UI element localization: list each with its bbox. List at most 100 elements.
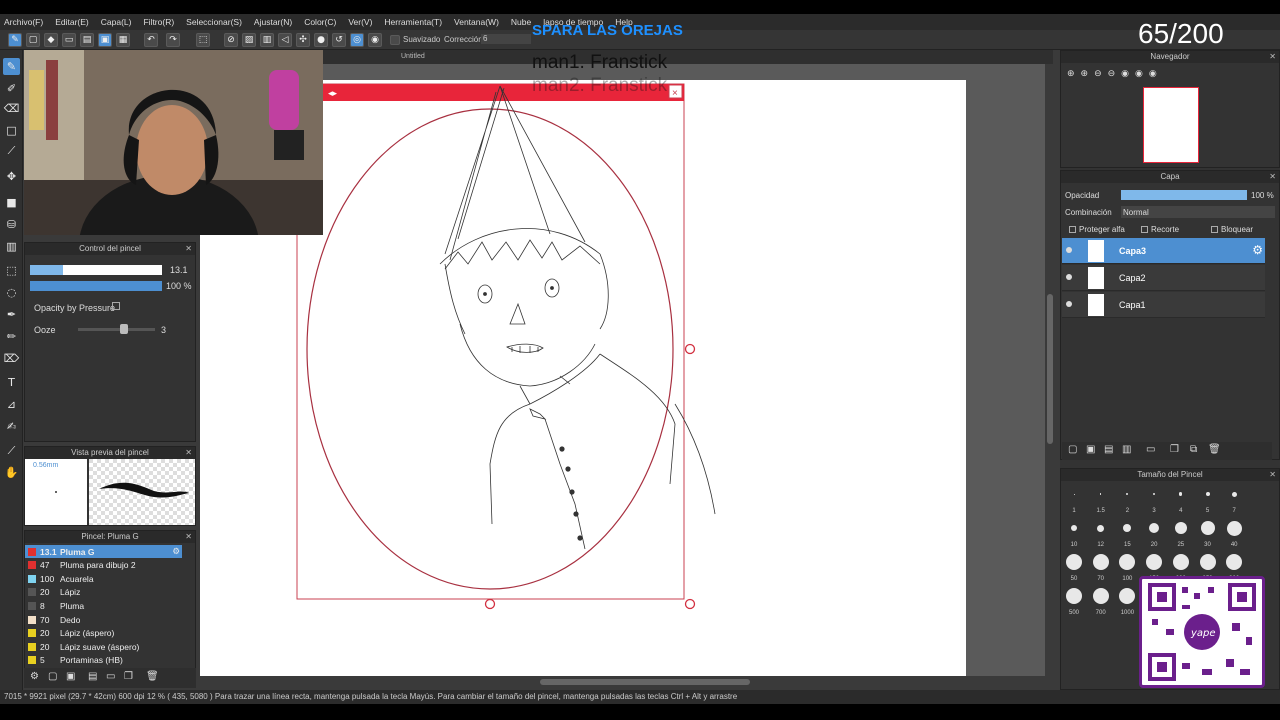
layer-row[interactable]: Capa1 [1062, 292, 1265, 318]
radial-icon[interactable]: ◉ [368, 33, 382, 47]
eraser-tool-icon[interactable]: ⌫ [3, 100, 20, 117]
canvas-tab-title[interactable]: Untitled [401, 53, 425, 60]
menu-color[interactable]: Color(C) [304, 17, 336, 27]
menu-herramienta[interactable]: Herramienta(T) [384, 17, 442, 27]
new-vector-icon[interactable]: ▤ [1104, 444, 1113, 455]
flip-icon[interactable]: ◁ [278, 33, 292, 47]
navigator-thumbnail[interactable] [1143, 87, 1199, 163]
layer-opacity-slider[interactable] [1121, 190, 1247, 200]
redo-icon[interactable]: ↷ [166, 33, 180, 47]
new-raster-icon[interactable]: ▣ [1086, 444, 1095, 455]
gradient-tool-icon[interactable]: ▥ [3, 238, 20, 255]
lasso-select-icon[interactable]: ⬚ [3, 262, 20, 279]
comment-icon[interactable]: ◆ [44, 33, 58, 47]
brush-size-dot[interactable] [1071, 525, 1077, 531]
brush-item[interactable]: 20 Lápiz suave (áspero) [25, 640, 182, 653]
size-slider[interactable] [30, 265, 162, 275]
menu-ajustar[interactable]: Ajustar(N) [254, 17, 292, 27]
brush-item[interactable]: 13.1 Pluma G ⚙ [25, 545, 182, 558]
brush-size-dot[interactable] [1146, 554, 1163, 570]
panel-close-icon[interactable]: ✕ [1269, 171, 1276, 183]
transform-handle-bottom[interactable] [484, 598, 496, 610]
brush-settings-icon[interactable]: ⚙ [172, 547, 180, 557]
panel-close-icon[interactable]: ✕ [185, 531, 192, 543]
selection-icon[interactable]: ⬚ [196, 33, 210, 47]
pen-mode-icon[interactable]: ✎ [8, 33, 22, 47]
brush-size-dot[interactable] [1172, 554, 1189, 570]
layer-row[interactable]: Capa3 ⚙ [1062, 238, 1265, 264]
brush-tool-icon[interactable]: ⟋ [3, 142, 20, 159]
brush-item[interactable]: 5 Portaminas (HB) [25, 654, 182, 667]
layer-row[interactable]: Capa2 [1062, 265, 1265, 291]
settings-icon[interactable]: ⚙ [30, 671, 39, 682]
new-layer-icon[interactable]: ▢ [1068, 444, 1077, 455]
deselect-icon[interactable]: ⊘ [224, 33, 238, 47]
window-icon[interactable]: ▭ [62, 33, 76, 47]
brush-item[interactable]: 20 Lápiz [25, 586, 182, 599]
ruler-tool-icon[interactable]: ⊿ [3, 396, 20, 413]
brush-size-dot[interactable] [1066, 554, 1082, 570]
vertical-scrollbar[interactable] [1045, 64, 1055, 676]
menu-ver[interactable]: Ver(V) [348, 17, 372, 27]
panel-close-icon[interactable]: ✕ [185, 447, 192, 459]
move-tool-icon[interactable]: ✥ [3, 168, 20, 185]
visibility-icon[interactable] [1066, 301, 1072, 307]
transform-handle-right[interactable] [684, 343, 696, 355]
merge-layer-icon[interactable]: ⧉ [1190, 444, 1197, 455]
marker-tool-icon[interactable]: ✐ [3, 80, 20, 97]
ooze-slider[interactable] [78, 328, 155, 331]
smooth-checkbox[interactable] [390, 35, 400, 45]
vertical-scroll-thumb[interactable] [1047, 294, 1053, 444]
select-eraser-icon[interactable]: ⌦ [3, 350, 20, 367]
trash-icon[interactable]: 🗑 [146, 671, 159, 682]
mask-icon[interactable]: ▥ [1122, 444, 1131, 455]
menu-seleccionar[interactable]: Seleccionar(S) [186, 17, 242, 27]
visibility-icon[interactable] [1066, 247, 1072, 253]
import-icon[interactable]: ▣ [66, 671, 75, 682]
menu-filtro[interactable]: Filtro(R) [143, 17, 174, 27]
text-tool-icon[interactable]: T [3, 374, 20, 391]
navigator-zoom-controls[interactable]: ⊕⊕⊖⊖◉◉◉ [1067, 69, 1163, 79]
brush-size-dot[interactable] [1097, 524, 1105, 532]
opacity-pressure-checkbox[interactable] [112, 302, 120, 310]
ooze-slider-thumb[interactable] [120, 324, 128, 334]
brush-size-dot[interactable] [1092, 588, 1109, 604]
brush-size-dot[interactable] [1174, 522, 1187, 534]
panel-close-icon[interactable]: ✕ [185, 243, 192, 255]
brush-item[interactable]: 20 Lápiz (áspero) [25, 627, 182, 640]
hand-tool-icon[interactable]: ✋ [3, 464, 20, 481]
select-pen-icon[interactable]: ✒ [3, 306, 20, 323]
shape-tool-icon[interactable]: ■ [3, 194, 20, 211]
transform-icon[interactable]: ✣ [296, 33, 310, 47]
brush-item[interactable]: 47 Pluma para dibujo 2 [25, 559, 182, 572]
brush-size-dot[interactable] [1066, 588, 1082, 604]
grid-icon[interactable]: ▦ [116, 33, 130, 47]
pen-tool-icon[interactable]: ✎ [3, 58, 20, 75]
brush-item[interactable]: 100 Acuarela [25, 572, 182, 585]
brush-size-dot[interactable] [1199, 554, 1216, 570]
rect-select-icon[interactable]: □ [3, 122, 20, 139]
export-icon[interactable]: ▤ [88, 671, 97, 682]
layer-folder-icon[interactable]: ▭ [1146, 444, 1155, 455]
brush-size-dot[interactable] [1092, 554, 1109, 570]
duplicate-layer-icon[interactable]: ❐ [1170, 444, 1179, 455]
menu-ventana[interactable]: Ventana(W) [454, 17, 499, 27]
brush-item[interactable]: 70 Dedo [25, 613, 182, 626]
brush-item[interactable]: 8 Pluma [25, 599, 182, 612]
menu-nube[interactable]: Nube [511, 17, 531, 27]
panel-close-icon[interactable]: ✕ [1269, 469, 1276, 481]
new-file-icon[interactable]: ▢ [26, 33, 40, 47]
eyedropper-icon[interactable]: ✍ [3, 418, 20, 435]
brush-size-dot[interactable] [1200, 521, 1215, 535]
delete-layer-icon[interactable]: 🗑 [1208, 444, 1221, 455]
transform-handle-corner[interactable] [684, 598, 696, 610]
horizontal-scroll-thumb[interactable] [540, 679, 750, 685]
visibility-icon[interactable] [1066, 274, 1072, 280]
hatch-icon[interactable]: ▨ [242, 33, 256, 47]
brush-size-dot[interactable] [1205, 492, 1210, 496]
menu-capa[interactable]: Capa(L) [101, 17, 132, 27]
brush-size-dot[interactable] [1073, 493, 1075, 495]
undo-icon[interactable]: ↶ [144, 33, 158, 47]
pipette-icon[interactable]: ⟋ [3, 442, 20, 459]
symmetry-icon[interactable]: ◎ [350, 33, 364, 47]
